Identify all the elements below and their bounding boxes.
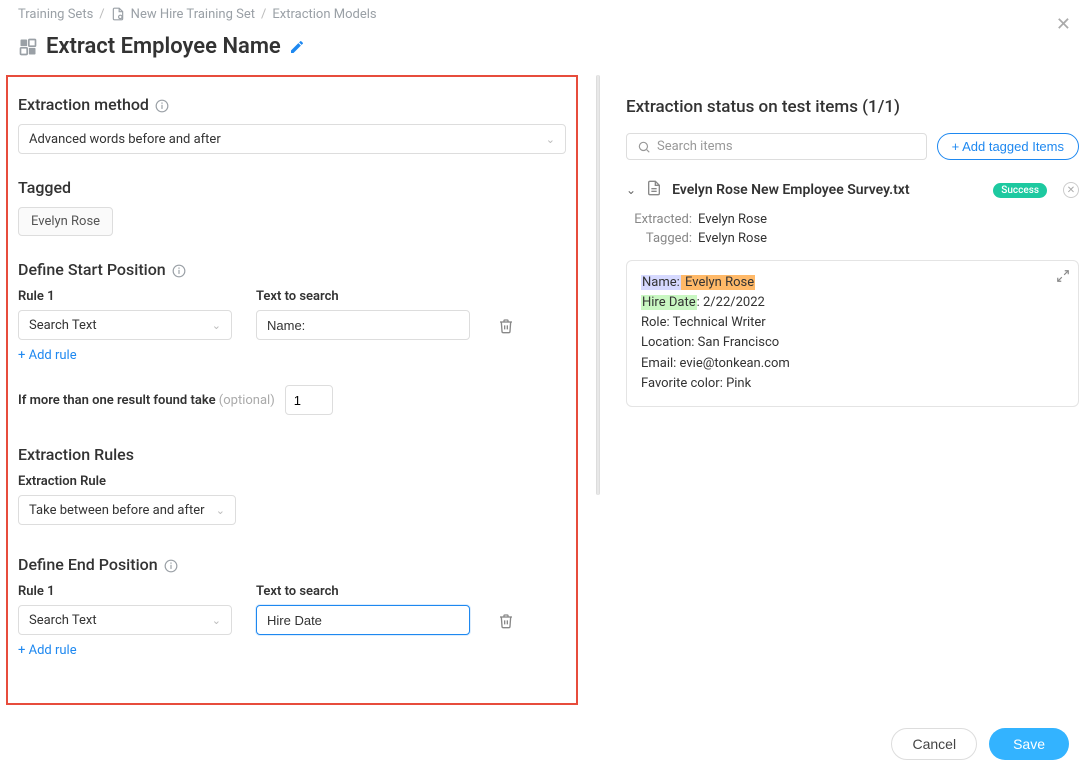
expand-caret-icon[interactable]: ⌄ <box>626 183 636 197</box>
test-item-filename[interactable]: Evelyn Rose New Employee Survey.txt <box>672 182 983 198</box>
preview-line: Email: evie@tonkean.com <box>641 354 1064 374</box>
status-heading: Extraction status on test items (1/1) <box>626 97 1079 117</box>
info-icon[interactable] <box>164 558 178 572</box>
multi-result-label: If more than one result found take (opti… <box>18 393 275 408</box>
status-badge: Success <box>993 183 1047 198</box>
breadcrumb-leaf[interactable]: Extraction Models <box>272 7 376 22</box>
info-icon[interactable] <box>155 98 169 112</box>
tagged-label: Tagged: <box>630 231 692 246</box>
search-placeholder: Search items <box>657 139 733 154</box>
preview-line: Role: Technical Writer <box>641 313 1064 333</box>
start-rule-type-select[interactable]: Search Text ⌄ <box>18 310 232 340</box>
breadcrumb-sep: / <box>261 7 266 22</box>
preview-line: Location: San Francisco <box>641 333 1064 353</box>
extraction-method-value: Advanced words before and after <box>29 132 221 147</box>
file-icon <box>646 180 662 200</box>
breadcrumb-sep: / <box>99 7 104 22</box>
page-title: Extract Employee Name <box>46 34 281 59</box>
extraction-method-select[interactable]: Advanced words before and after ⌄ <box>18 124 566 154</box>
breadcrumb: Training Sets / New Hire Training Set / … <box>0 0 1089 26</box>
start-rule-text-input[interactable] <box>256 310 470 340</box>
preview-line: Name: Evelyn Rose <box>641 273 1064 293</box>
highlight-extracted: Evelyn Rose <box>681 275 755 290</box>
add-tagged-items-button[interactable]: + Add tagged Items <box>937 133 1079 160</box>
cancel-button[interactable]: Cancel <box>891 728 977 760</box>
extraction-method-heading: Extraction method <box>18 95 570 114</box>
chevron-down-icon: ⌄ <box>216 504 225 517</box>
highlight-end-key: Hire Date <box>641 295 697 310</box>
text-to-search-label-end: Text to search <box>256 584 470 599</box>
scroll-divider[interactable] <box>596 75 600 495</box>
trash-icon[interactable] <box>498 613 514 629</box>
end-rule-type-select[interactable]: Search Text ⌄ <box>18 605 232 635</box>
footer: Cancel Save <box>0 716 1089 772</box>
add-rule-link[interactable]: + Add rule <box>18 348 77 363</box>
close-icon[interactable]: ✕ <box>1056 14 1071 35</box>
chevron-down-icon: ⌄ <box>546 133 555 146</box>
multi-result-input[interactable] <box>285 385 333 415</box>
breadcrumb-root[interactable]: Training Sets <box>18 7 93 22</box>
start-rule-type-value: Search Text <box>29 318 97 333</box>
remove-item-icon[interactable]: ✕ <box>1063 182 1079 198</box>
extracted-value: Evelyn Rose <box>698 212 767 227</box>
test-panel: Extraction status on test items (1/1) Se… <box>608 75 1089 711</box>
rule1-label: Rule 1 <box>18 289 232 304</box>
save-button[interactable]: Save <box>989 728 1069 760</box>
info-icon[interactable] <box>172 263 186 277</box>
doc-icon <box>111 6 125 22</box>
chevron-down-icon: ⌄ <box>212 614 221 627</box>
extraction-rule-value: Take between before and after <box>29 503 205 518</box>
end-position-heading: Define End Position <box>18 555 570 574</box>
title-row: Extract Employee Name <box>0 26 1089 75</box>
highlight-start-key: Name: <box>641 275 681 290</box>
expand-icon[interactable] <box>1056 269 1070 283</box>
trash-icon[interactable] <box>498 318 514 334</box>
preview-card: Name: Evelyn Rose Hire Date: 2/22/2022 R… <box>626 260 1079 407</box>
breadcrumb-set[interactable]: New Hire Training Set <box>131 7 255 22</box>
tagged-heading: Tagged <box>18 178 570 197</box>
pencil-icon[interactable] <box>289 39 305 55</box>
end-rule-text-input[interactable] <box>256 605 470 635</box>
add-rule-link-end[interactable]: + Add rule <box>18 643 77 658</box>
extraction-rule-label: Extraction Rule <box>18 474 570 489</box>
search-icon <box>637 140 651 154</box>
preview-line: Hire Date: 2/22/2022 <box>641 293 1064 313</box>
config-panel: Extraction method Advanced words before … <box>0 75 588 711</box>
text-to-search-label: Text to search <box>256 289 470 304</box>
tagged-value-right: Evelyn Rose <box>698 231 767 246</box>
rule1-label-end: Rule 1 <box>18 584 232 599</box>
extracted-label: Extracted: <box>630 212 692 227</box>
modules-icon <box>18 37 38 57</box>
preview-line: Favorite color: Pink <box>641 374 1064 394</box>
extraction-rules-heading: Extraction Rules <box>18 445 570 464</box>
start-position-heading: Define Start Position <box>18 260 570 279</box>
extraction-rule-select[interactable]: Take between before and after ⌄ <box>18 495 236 525</box>
search-input[interactable]: Search items <box>626 133 927 160</box>
chevron-down-icon: ⌄ <box>212 319 221 332</box>
end-rule-type-value: Search Text <box>29 613 97 628</box>
tagged-value-pill[interactable]: Evelyn Rose <box>18 207 113 236</box>
